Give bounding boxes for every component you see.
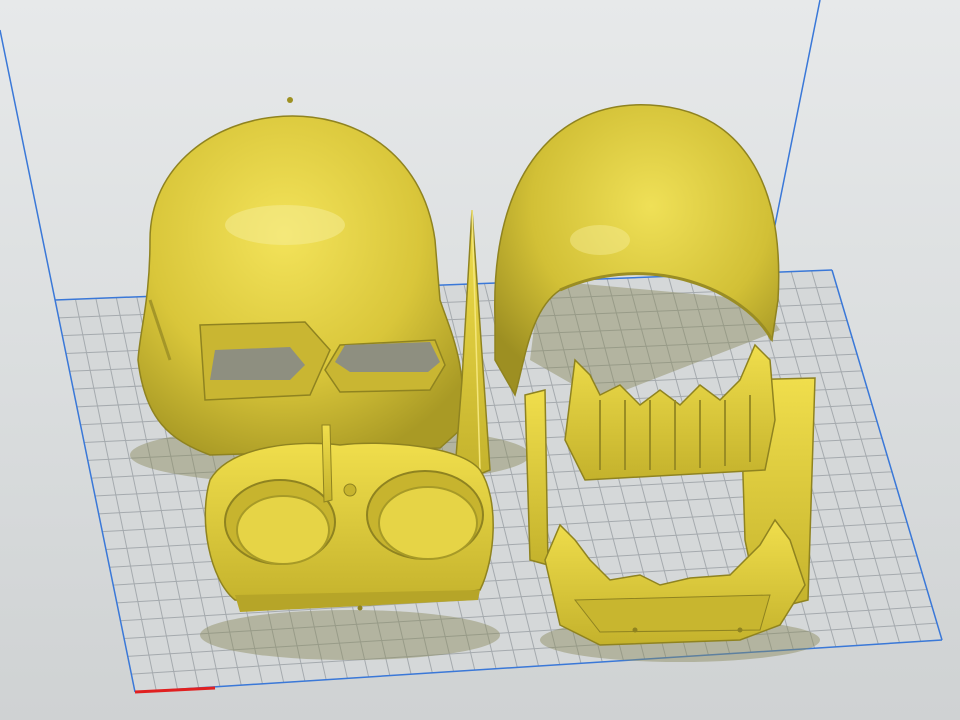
- build-plate-scene[interactable]: [0, 0, 960, 720]
- goggle-strap-post: [321, 424, 333, 503]
- goggle-lens-frame[interactable]: [204, 424, 494, 612]
- helmet-front-shell[interactable]: [137, 97, 464, 456]
- right-eye-cutout: [335, 342, 440, 372]
- left-eye-cutout: [210, 347, 305, 380]
- 3d-viewport[interactable]: [0, 0, 960, 720]
